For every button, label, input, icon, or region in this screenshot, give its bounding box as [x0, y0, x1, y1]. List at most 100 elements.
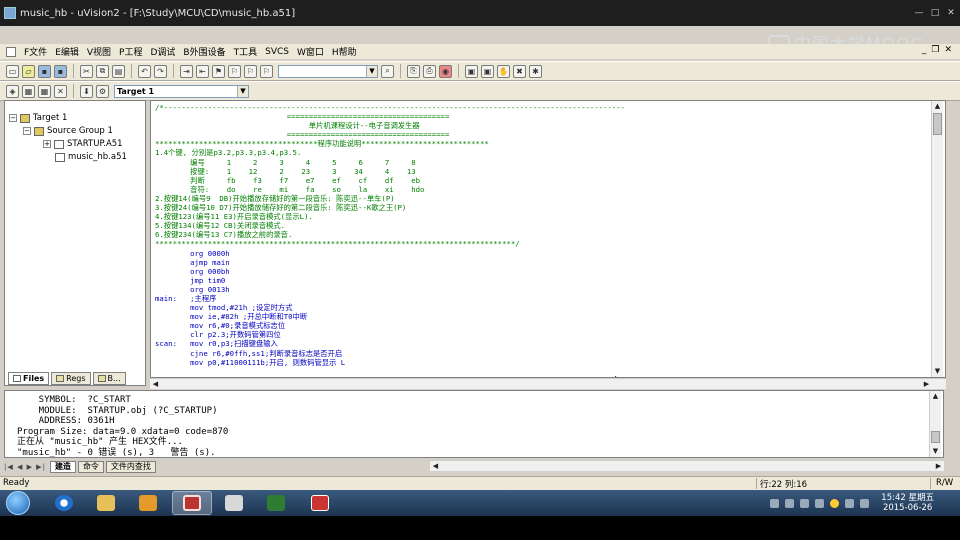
expand-icon[interactable]: + — [43, 140, 51, 148]
tree-target[interactable]: − Target 1 — [9, 113, 67, 123]
start-button[interactable] — [6, 491, 30, 515]
code-line[interactable]: mov tmod,#21h ;设定时方式 — [155, 303, 625, 312]
tab-nav-arrows-icon[interactable]: |◀ ◀ ▶ ▶| — [4, 463, 46, 471]
menu-help[interactable]: H帮助 — [332, 45, 357, 58]
code-line[interactable]: 4.按键123(编号11 E3)开启录音模式(显示L). — [155, 212, 625, 221]
scroll-thumb[interactable] — [933, 113, 942, 135]
menu-debug[interactable]: D调试 — [150, 45, 175, 58]
tray-expand-icon[interactable] — [770, 498, 780, 508]
cut-icon[interactable]: ✂ — [80, 64, 93, 78]
code-line[interactable]: mov p0,#11000111b;开启, 则数码管显示 L — [155, 358, 625, 367]
code-line[interactable]: ajmp main — [155, 258, 625, 267]
volume-icon[interactable] — [860, 498, 870, 508]
config-icon[interactable]: ✱ — [529, 64, 542, 78]
tab-files[interactable]: Files — [8, 372, 50, 385]
unindent-icon[interactable]: ⇤ — [196, 64, 209, 78]
search-combo[interactable]: ▼ — [278, 64, 378, 78]
maximize-icon[interactable]: □ — [930, 8, 940, 18]
insert-breakpoint-icon[interactable]: ▣ — [465, 64, 478, 78]
code-line[interactable]: 音符: do re mi fa so la xi hdo — [155, 185, 625, 194]
print-icon[interactable]: ⎙ — [423, 64, 436, 78]
editor-vscroll[interactable]: ▲ ▼ — [931, 101, 943, 377]
rebuild-icon[interactable]: ▦ — [38, 84, 51, 98]
code-line[interactable]: cjne r6,#0ffh,ss1;判断录音标志是否开启 — [155, 349, 625, 358]
translate-icon[interactable]: ◈ — [6, 84, 19, 98]
target-options-icon[interactable]: ⚙ — [96, 84, 109, 98]
code-line[interactable]: 3.按键24(编号10 D7)开始播放储存好的第二段音乐: 陈奕迅--K歌之王(… — [155, 203, 625, 212]
code-line[interactable]: 编号 1 2 3 4 5 6 7 8 — [155, 158, 625, 167]
code-line[interactable]: jmp tim0 — [155, 276, 625, 285]
tree-file[interactable]: + STARTUP.A51 — [43, 139, 123, 149]
mdi-close-icon[interactable]: ✕ — [944, 45, 952, 55]
menu-file[interactable]: F文件 — [24, 45, 47, 58]
code-line[interactable]: 判断 fb f3 f7 e7 ef cf df eb — [155, 176, 625, 185]
code-line[interactable]: org 0000h — [155, 249, 625, 258]
chevron-down-icon[interactable]: ▼ — [366, 65, 377, 77]
code-line[interactable]: org 0013h — [155, 285, 625, 294]
document-icon[interactable] — [6, 46, 16, 57]
open-file-icon[interactable]: ▱ — [22, 64, 35, 78]
target-select[interactable]: Target 1 ▼ — [114, 84, 249, 98]
toggle-breakpoint-icon[interactable]: ▣ — [481, 64, 494, 78]
scroll-down-icon[interactable]: ▼ — [932, 366, 943, 377]
scroll-up-icon[interactable]: ▲ — [932, 101, 943, 112]
chevron-down-icon[interactable]: ▼ — [237, 85, 248, 97]
redo-icon[interactable]: ↷ — [154, 64, 167, 78]
tab-find-in-files[interactable]: 文件内查找 — [105, 460, 156, 473]
find-icon[interactable]: ⌕ — [381, 64, 394, 78]
scroll-up-icon[interactable]: ▲ — [930, 391, 941, 402]
indent-icon[interactable]: ⇥ — [180, 64, 193, 78]
code-line[interactable]: mov ie,#82h ;开总中断和T0中断 — [155, 312, 625, 321]
collapse-icon[interactable]: − — [9, 114, 17, 122]
new-file-icon[interactable]: ▭ — [6, 64, 19, 78]
output-vscroll[interactable]: ▲ ▼ — [929, 391, 941, 457]
kill-breakpoints-icon[interactable]: ✖ — [513, 64, 526, 78]
menu-edit[interactable]: E编辑 — [55, 45, 79, 58]
output-window[interactable]: SYMBOL: ?C_START MODULE: STARTUP.obj (?C… — [4, 390, 944, 458]
collapse-icon[interactable]: − — [23, 127, 31, 135]
scroll-left-icon[interactable]: ◀ — [150, 379, 161, 390]
title-bar[interactable]: music_hb - uVision2 - [F:\Study\MCU\CD\m… — [0, 0, 960, 26]
paste-icon[interactable]: ▤ — [112, 64, 125, 78]
weather-icon[interactable] — [830, 498, 840, 508]
clock[interactable]: 15:42 星期五 2015-06-26 — [881, 493, 934, 513]
code-line[interactable]: 6.按键234(编号13 C7)播放之前的录音. — [155, 230, 625, 239]
next-bookmark-icon[interactable]: ⚐ — [228, 64, 241, 78]
taskbar-remote[interactable] — [300, 491, 340, 515]
mdi-minimize-icon[interactable]: _ — [922, 45, 927, 55]
tray-app-icon[interactable] — [800, 498, 810, 508]
code-line[interactable]: 1.4个键, 分别是p3.2,p3.3,p3.4,p3.5. — [155, 148, 625, 157]
code-line[interactable]: 单片机课程设计--电子音调发生器 — [155, 121, 625, 130]
code-line[interactable]: mov r6,#0;录音模式标志位 — [155, 321, 625, 330]
scroll-down-icon[interactable]: ▼ — [930, 446, 941, 457]
load-icon[interactable]: ⬇ — [80, 84, 93, 98]
hand-icon[interactable]: ✋ — [497, 64, 510, 78]
menu-view[interactable]: V视图 — [87, 45, 111, 58]
menu-svcs[interactable]: SVCS — [265, 47, 289, 57]
scroll-right-icon[interactable]: ▶ — [933, 461, 944, 472]
bookmark-icon[interactable]: ⚑ — [212, 64, 225, 78]
clear-bookmarks-icon[interactable]: ⚐ — [260, 64, 273, 78]
tab-regs[interactable]: Regs — [51, 372, 91, 385]
taskbar-uvision[interactable] — [172, 491, 212, 515]
save-icon[interactable]: ▪ — [38, 64, 51, 78]
code-line[interactable]: clr p2.3;开数码管第四位 — [155, 330, 625, 339]
scroll-right-icon[interactable]: ▶ — [921, 379, 932, 390]
code-line[interactable]: 2.按键14(编号9 DB)开始播放存储好的第一段音乐: 陈奕迅--单车(P) — [155, 194, 625, 203]
stop-build-icon[interactable]: ✕ — [54, 84, 67, 98]
minimize-icon[interactable]: — — [914, 8, 924, 18]
tree-file[interactable]: music_hb.a51 — [55, 152, 127, 162]
code-line[interactable]: /*--------------------------------------… — [155, 103, 625, 112]
find-in-files-icon[interactable]: ⎘ — [407, 64, 420, 78]
scroll-left-icon[interactable]: ◀ — [430, 461, 441, 472]
code-line[interactable]: scan: mov r0,p3;扫描键盘输入 — [155, 339, 625, 348]
save-all-icon[interactable]: ▪ — [54, 64, 67, 78]
menu-tools[interactable]: T工具 — [234, 45, 258, 58]
code-line[interactable]: *************************************程序功… — [155, 139, 625, 148]
code-line[interactable]: ===================================== — [155, 130, 625, 139]
copy-icon[interactable]: ⧉ — [96, 64, 109, 78]
tray-app-icon[interactable] — [785, 498, 795, 508]
code-line[interactable]: 按键: 1 12 2 23 3 34 4 13 — [155, 167, 625, 176]
editor-hscroll[interactable]: ◀ ▶ — [150, 378, 946, 389]
tab-books[interactable]: B... — [92, 372, 126, 385]
